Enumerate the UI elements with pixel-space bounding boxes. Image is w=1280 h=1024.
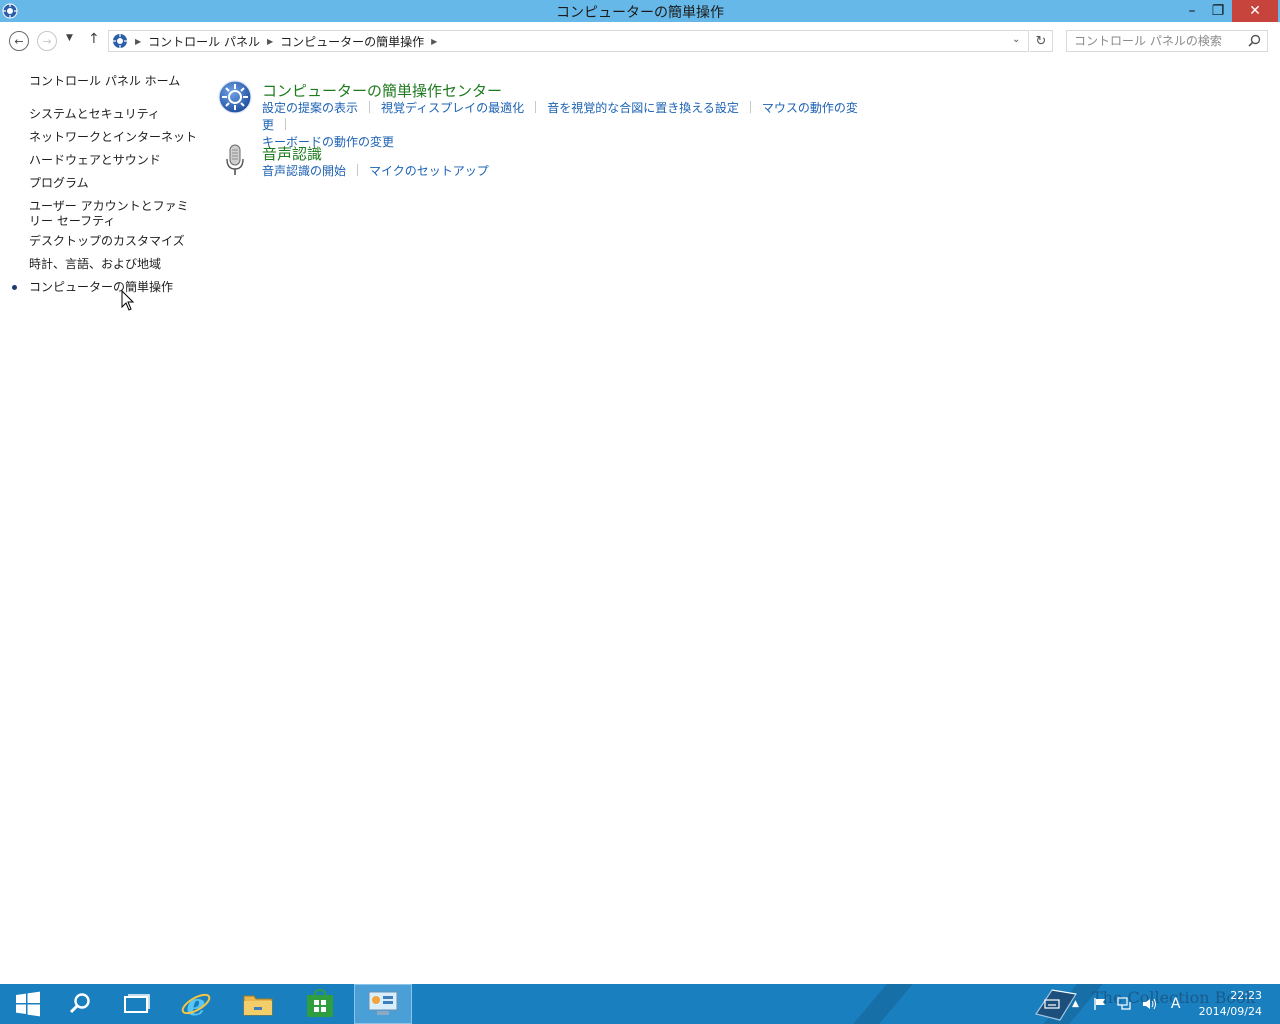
clock-time: 22:23: [1230, 989, 1262, 1002]
link-separator: [535, 101, 537, 113]
internet-explorer-icon: e: [181, 988, 211, 1020]
network-icon[interactable]: [1117, 997, 1133, 1011]
taskbar: e The Collection Book ▲ A 22:23 2014/09/…: [0, 984, 1280, 1024]
sidebar-item-control-panel-home[interactable]: コントロール パネル ホーム: [29, 74, 180, 89]
navigation-bar: ← → ▼ ↑ ▶ コントロール パネル ▶ コンピューターの簡単操作 ▶ ⌄ …: [0, 22, 1280, 58]
category-title-ease-of-access-center[interactable]: コンピューターの簡単操作センター: [262, 80, 502, 101]
sidebar-item-system-security[interactable]: システムとセキュリティ: [29, 107, 160, 122]
sidebar-item-clock-region[interactable]: 時計、言語、および地域: [29, 257, 161, 272]
volume-icon[interactable]: [1142, 997, 1158, 1011]
control-panel-icon: [113, 34, 127, 48]
minimize-button[interactable]: –: [1178, 0, 1206, 22]
search-icon[interactable]: [1248, 34, 1261, 47]
show-hidden-icons-chevron-icon[interactable]: ▲: [1072, 999, 1079, 1009]
sidebar-item-user-accounts[interactable]: ユーザー アカウントとファミリー セーフティ: [29, 199, 197, 229]
category-links: 設定の提案の表示 視覚ディスプレイの最適化 音を視覚的な合図に置き換える設定 マウスの…: [262, 100, 862, 151]
back-button[interactable]: ←: [9, 31, 29, 51]
refresh-button[interactable]: ↻: [1030, 30, 1053, 52]
recent-locations-button[interactable]: ▼: [66, 33, 73, 43]
link-start-speech-recognition[interactable]: 音声認識の開始: [262, 164, 346, 178]
search-box: [1066, 30, 1268, 52]
address-bar[interactable]: ▶ コントロール パネル ▶ コンピューターの簡単操作 ▶: [108, 30, 1029, 52]
control-panel-taskbar-button[interactable]: [354, 984, 412, 1024]
maximize-button[interactable]: ❐: [1204, 0, 1232, 22]
store-icon: [307, 989, 333, 1017]
selected-bullet-icon: [12, 285, 17, 290]
clock[interactable]: 22:23 2014/09/24: [1199, 988, 1262, 1020]
sidebar-item-appearance[interactable]: デスクトップのカスタマイズ: [29, 234, 185, 249]
taskbar-search-button[interactable]: [52, 984, 108, 1024]
keyboard-icon[interactable]: [1044, 998, 1060, 1010]
link-separator: [285, 118, 287, 130]
address-dropdown-button[interactable]: ⌄: [1012, 34, 1020, 45]
link-optimize-display[interactable]: 視覚ディスプレイの最適化: [381, 101, 524, 115]
breadcrumb-chevron-icon[interactable]: ▶: [267, 37, 273, 46]
windows-logo-icon: [16, 991, 40, 1017]
sidebar-item-network-internet[interactable]: ネットワークとインターネット: [29, 130, 197, 145]
clock-date: 2014/09/24: [1198, 1005, 1262, 1018]
taskbar-decoration: [836, 984, 930, 1024]
file-explorer-button[interactable]: [230, 984, 286, 1024]
breadcrumb-ease-of-access[interactable]: コンピューターの簡単操作: [280, 33, 424, 50]
refresh-icon: ↻: [1035, 33, 1047, 49]
breadcrumb-control-panel[interactable]: コントロール パネル: [148, 33, 260, 50]
close-button[interactable]: ✕: [1232, 0, 1278, 22]
title-bar: コンピューターの簡単操作 – ❐ ✕: [0, 0, 1280, 22]
forward-button[interactable]: →: [37, 31, 57, 51]
link-separator: [357, 164, 359, 176]
system-tray: ▲ A: [1030, 984, 1181, 1024]
control-panel-icon: [368, 991, 398, 1015]
svg-text:e: e: [186, 988, 205, 1020]
microphone-icon[interactable]: [218, 143, 252, 177]
chevron-down-icon: ⌄: [1012, 34, 1021, 45]
link-separator: [749, 101, 751, 113]
link-visual-sound-cues[interactable]: 音を視覚的な合図に置き換える設定: [547, 101, 739, 115]
chevron-down-icon: ▼: [66, 33, 73, 43]
sidebar-item-programs[interactable]: プログラム: [29, 176, 89, 191]
breadcrumb-chevron-icon[interactable]: ▶: [135, 37, 141, 46]
task-view-button[interactable]: [109, 984, 165, 1024]
search-icon: [69, 993, 90, 1014]
sidebar-item-hardware-sound[interactable]: ハードウェアとサウンド: [29, 153, 161, 168]
action-center-flag-icon[interactable]: [1093, 997, 1107, 1011]
arrow-left-icon: ←: [14, 34, 24, 48]
task-view-icon: [124, 994, 150, 1013]
folder-icon: [243, 995, 273, 1016]
link-separator: [369, 101, 371, 113]
up-button[interactable]: ↑: [88, 31, 100, 47]
search-input[interactable]: [1067, 31, 1242, 51]
window-title: コンピューターの簡単操作: [556, 5, 724, 21]
category-title-speech-recognition[interactable]: 音声認識: [262, 143, 322, 164]
sidebar-item-ease-of-access[interactable]: コンピューターの簡単操作: [29, 280, 173, 295]
breadcrumb-chevron-icon[interactable]: ▶: [431, 37, 437, 46]
ime-indicator[interactable]: A: [1171, 996, 1181, 1012]
ease-of-access-icon[interactable]: [218, 80, 252, 114]
link-microphone-setup[interactable]: マイクのセットアップ: [369, 164, 489, 178]
mouse-cursor-icon: [121, 290, 135, 311]
link-suggested-settings[interactable]: 設定の提案の表示: [262, 101, 358, 115]
store-button[interactable]: [292, 984, 348, 1024]
start-button[interactable]: [0, 984, 56, 1024]
internet-explorer-button[interactable]: e: [168, 984, 224, 1024]
arrow-up-icon: ↑: [88, 31, 100, 47]
category-links: 音声認識の開始 マイクのセットアップ: [262, 163, 862, 180]
arrow-right-icon: →: [42, 34, 52, 48]
